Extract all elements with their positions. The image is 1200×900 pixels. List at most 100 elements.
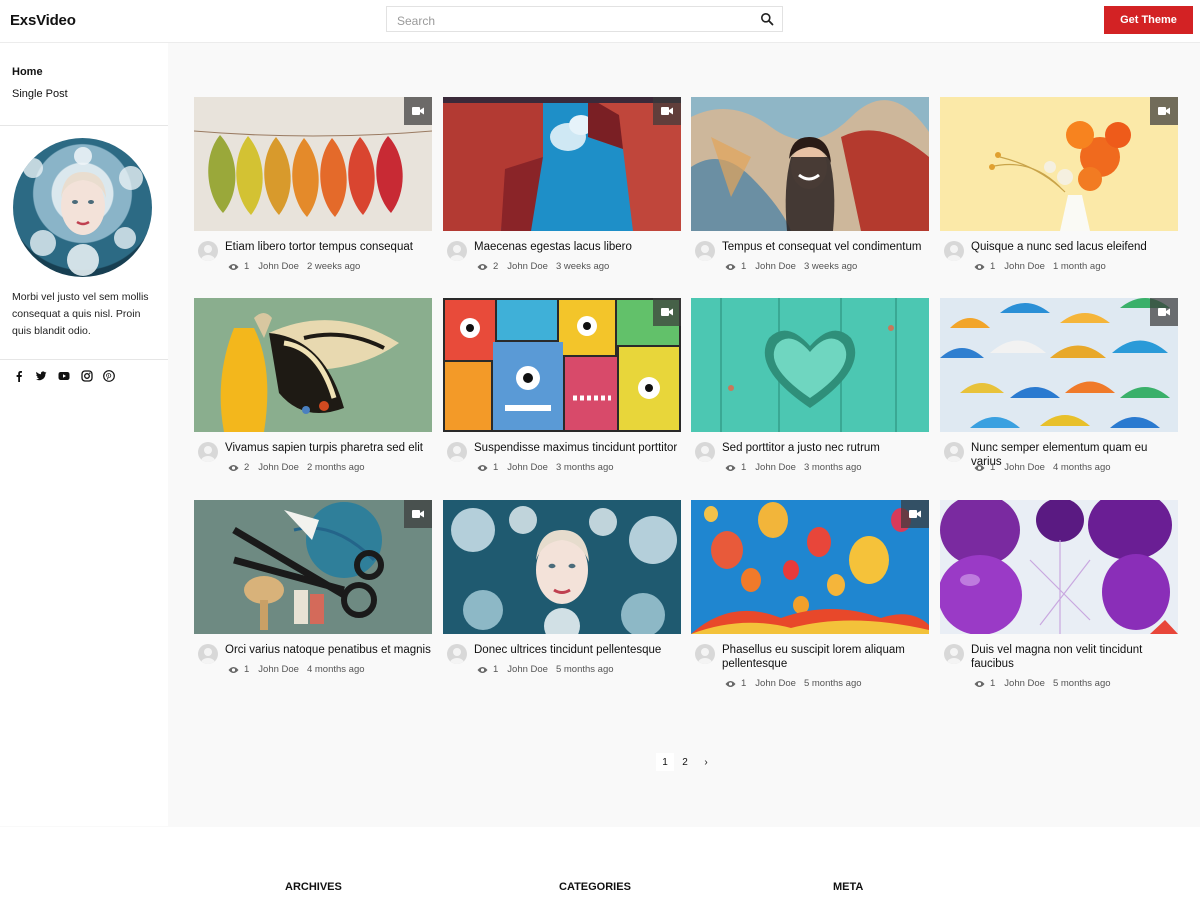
nav-item-single-post[interactable]: Single Post <box>12 88 68 100</box>
post-author[interactable]: John Doe <box>1004 462 1045 473</box>
post-date: 3 weeks ago <box>555 261 610 272</box>
post-thumbnail[interactable] <box>691 97 929 231</box>
post-date: 3 months ago <box>555 462 614 473</box>
facebook-icon[interactable] <box>13 370 25 382</box>
post-meta: 1 John Doe 3 weeks ago <box>725 261 857 272</box>
get-theme-button[interactable]: Get Theme <box>1104 6 1193 34</box>
view-count: 1 <box>493 462 499 473</box>
post-date: 2 months ago <box>306 462 365 473</box>
post-author[interactable]: John Doe <box>507 261 548 272</box>
sidebar-divider <box>0 359 168 360</box>
views-eye-icon <box>974 263 985 270</box>
post-title[interactable]: Sed porttitor a justo nec rutrum <box>722 441 932 455</box>
youtube-icon[interactable] <box>58 370 70 382</box>
post-author[interactable]: John Doe <box>258 261 299 272</box>
post-author[interactable]: John Doe <box>1004 678 1045 689</box>
search-box <box>386 6 783 32</box>
views-eye-icon <box>477 464 488 471</box>
pagination-page-2[interactable]: 2 <box>676 753 694 771</box>
post-title[interactable]: Quisque a nunc sed lacus eleifend <box>971 240 1181 254</box>
post-date: 2 weeks ago <box>306 261 361 272</box>
video-badge <box>901 500 929 528</box>
footer-heading-archives: ARCHIVES <box>285 881 342 893</box>
instagram-icon[interactable] <box>81 370 93 382</box>
nav-item-home[interactable]: Home <box>12 66 43 78</box>
author-avatar[interactable] <box>198 644 218 664</box>
video-badge <box>1150 97 1178 125</box>
views-eye-icon <box>477 263 488 270</box>
twitter-icon[interactable] <box>35 370 47 382</box>
author-avatar[interactable] <box>198 241 218 261</box>
search-input[interactable] <box>395 11 749 31</box>
post-title[interactable]: Orci varius natoque penatibus et magnis <box>225 643 435 657</box>
site-footer: ARCHIVES CATEGORIES META <box>0 827 1200 900</box>
author-avatar[interactable] <box>447 644 467 664</box>
views-eye-icon <box>725 680 736 687</box>
post-thumbnail[interactable] <box>691 500 929 634</box>
post-thumbnail[interactable] <box>940 97 1178 231</box>
post-thumbnail[interactable] <box>443 500 681 634</box>
author-avatar[interactable] <box>944 442 964 462</box>
pinterest-icon[interactable] <box>103 370 115 382</box>
post-thumbnail[interactable] <box>194 97 432 231</box>
post-author[interactable]: John Doe <box>755 678 796 689</box>
post-author[interactable]: John Doe <box>1004 261 1045 272</box>
post-author[interactable]: John Doe <box>755 261 796 272</box>
author-avatar[interactable] <box>695 241 715 261</box>
view-count: 2 <box>244 462 250 473</box>
author-avatar[interactable] <box>695 442 715 462</box>
post-thumbnail[interactable] <box>691 298 929 432</box>
post-title[interactable]: Donec ultrices tincidunt pellentesque <box>474 643 684 657</box>
view-count: 1 <box>493 664 499 675</box>
post-title[interactable]: Suspendisse maximus tincidunt porttitor <box>474 441 684 455</box>
video-badge <box>653 298 681 326</box>
post-thumbnail[interactable] <box>940 500 1178 634</box>
post-author[interactable]: John Doe <box>507 664 548 675</box>
video-camera-icon <box>412 510 424 518</box>
post-thumbnail[interactable] <box>443 298 681 432</box>
views-eye-icon <box>725 464 736 471</box>
post-meta: 1 John Doe 4 months ago <box>974 462 1111 473</box>
view-count: 1 <box>741 462 747 473</box>
post-title[interactable]: Vivamus sapien turpis pharetra sed elit <box>225 441 435 455</box>
post-title[interactable]: Duis vel magna non velit tincidunt fauci… <box>971 643 1181 671</box>
sidebar-divider <box>0 125 168 126</box>
post-author[interactable]: John Doe <box>507 462 548 473</box>
author-avatar[interactable] <box>447 442 467 462</box>
author-avatar[interactable] <box>447 241 467 261</box>
author-avatar[interactable] <box>944 241 964 261</box>
post-author[interactable]: John Doe <box>258 664 299 675</box>
post-thumbnail[interactable] <box>443 97 681 231</box>
video-camera-icon <box>412 107 424 115</box>
footer-heading-meta: META <box>833 881 864 893</box>
post-thumbnail[interactable] <box>194 500 432 634</box>
post-date: 3 weeks ago <box>803 261 858 272</box>
post-meta: 1 John Doe 3 months ago <box>725 462 862 473</box>
author-avatar[interactable] <box>695 644 715 664</box>
post-meta: 2 John Doe 3 weeks ago <box>477 261 609 272</box>
views-eye-icon <box>228 666 239 673</box>
view-count: 1 <box>990 261 996 272</box>
footer-heading-categories: CATEGORIES <box>559 881 631 893</box>
video-camera-icon <box>661 107 673 115</box>
post-author[interactable]: John Doe <box>755 462 796 473</box>
search-icon[interactable] <box>760 12 774 26</box>
pagination-page-1[interactable]: 1 <box>656 753 674 771</box>
views-eye-icon <box>477 666 488 673</box>
author-avatar[interactable] <box>944 644 964 664</box>
video-badge <box>1150 298 1178 326</box>
pagination-next-button[interactable]: › <box>697 753 715 771</box>
post-title[interactable]: Etiam libero tortor tempus consequat <box>225 240 435 254</box>
post-date: 4 months ago <box>306 664 365 675</box>
author-avatar[interactable] <box>198 442 218 462</box>
post-thumbnail[interactable] <box>194 298 432 432</box>
post-thumbnail[interactable] <box>940 298 1178 432</box>
post-author[interactable]: John Doe <box>258 462 299 473</box>
post-title[interactable]: Phasellus eu suscipit lorem aliquam pell… <box>722 643 932 671</box>
site-logo[interactable]: ExsVideo <box>10 12 76 29</box>
post-meta: 1 John Doe 3 months ago <box>477 462 614 473</box>
view-count: 1 <box>244 664 250 675</box>
view-count: 1 <box>990 462 996 473</box>
post-title[interactable]: Maecenas egestas lacus libero <box>474 240 684 254</box>
post-title[interactable]: Tempus et consequat vel condimentum <box>722 240 932 254</box>
